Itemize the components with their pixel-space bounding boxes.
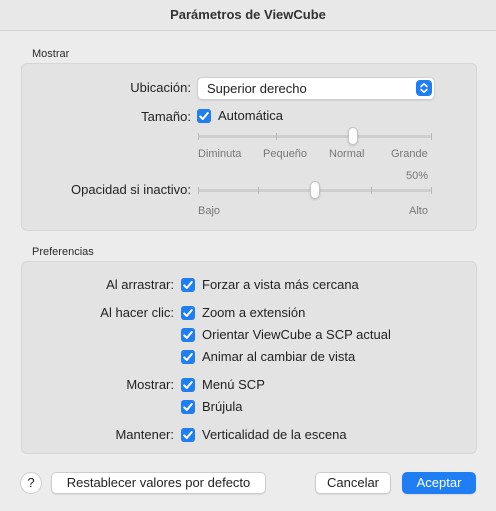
- tamano-tick: [276, 133, 277, 140]
- brujula-label: Brújula: [202, 399, 243, 414]
- animar-vista-label: Animar al cambiar de vista: [202, 349, 356, 364]
- verticalidad-checkbox[interactable]: [181, 428, 195, 442]
- title-bar: Parámetros de ViewCube: [0, 0, 496, 31]
- forzar-vista-label: Forzar a vista más cercana: [202, 277, 359, 292]
- checkmark-icon: [183, 281, 193, 289]
- mostrar-pref-label: Mostrar:: [126, 377, 174, 392]
- checkmark-icon: [183, 431, 193, 439]
- opacidad-value: 50%: [406, 170, 429, 182]
- chevron-updown-icon: [416, 80, 432, 96]
- tamano-tick: [431, 133, 432, 140]
- verticalidad-label: Verticalidad de la escena: [202, 427, 347, 442]
- opacidad-max-label: Alto: [409, 205, 428, 217]
- aceptar-button[interactable]: Aceptar: [402, 472, 476, 494]
- window-title: Parámetros de ViewCube: [170, 7, 326, 22]
- zoom-extension-checkbox[interactable]: [181, 306, 195, 320]
- orientar-viewcube-checkbox[interactable]: [181, 328, 195, 342]
- opacidad-tick: [258, 187, 259, 194]
- forzar-vista-checkbox[interactable]: [181, 278, 195, 292]
- tamano-tick-label: Diminuta: [198, 148, 242, 160]
- section-label-mostrar: Mostrar: [32, 48, 70, 60]
- help-button[interactable]: ?: [20, 472, 42, 494]
- mantener-label: Mantener:: [115, 427, 174, 442]
- menu-scp-label: Menú SCP: [202, 377, 265, 392]
- tamano-label: Tamaño:: [141, 109, 191, 124]
- al-arrastrar-label: Al arrastrar:: [106, 277, 174, 292]
- mostrar-group: Ubicación: Superior derecho Tamaño: Auto…: [21, 63, 477, 231]
- opacidad-label: Opacidad si inactivo:: [71, 182, 191, 197]
- checkmark-icon: [183, 353, 193, 361]
- al-hacer-clic-label: Al hacer clic:: [100, 305, 174, 320]
- preferencias-group: Al arrastrar: Forzar a vista más cercana…: [21, 261, 477, 454]
- tamano-slider-knob[interactable]: [348, 127, 358, 145]
- opacidad-slider-knob[interactable]: [309, 181, 320, 199]
- tamano-tick-label: Grande: [391, 148, 428, 160]
- opacidad-tick: [431, 187, 432, 194]
- opacidad-tick: [198, 187, 199, 194]
- checkmark-icon: [183, 331, 193, 339]
- cancelar-button[interactable]: Cancelar: [315, 472, 391, 494]
- animar-vista-checkbox[interactable]: [181, 350, 195, 364]
- opacidad-min-label: Bajo: [198, 205, 221, 217]
- ubicacion-value: Superior derecho: [207, 81, 307, 96]
- section-label-preferencias: Preferencias: [32, 246, 94, 258]
- ubicacion-label: Ubicación:: [130, 80, 191, 95]
- tamano-tick-label: Normal: [329, 148, 365, 160]
- tamano-auto-checkbox[interactable]: [197, 109, 211, 123]
- checkmark-icon: [199, 112, 209, 120]
- checkmark-icon: [183, 403, 193, 411]
- brujula-checkbox[interactable]: [181, 400, 195, 414]
- zoom-extension-label: Zoom a extensión: [202, 305, 306, 320]
- tamano-tick-label: Pequeño: [263, 148, 308, 160]
- tamano-tick: [198, 133, 199, 140]
- checkmark-icon: [183, 309, 193, 317]
- menu-scp-checkbox[interactable]: [181, 378, 195, 392]
- restablecer-button[interactable]: Restablecer valores por defecto: [51, 472, 266, 494]
- opacidad-tick: [371, 187, 372, 194]
- tamano-slider-track[interactable]: [198, 135, 431, 138]
- tamano-auto-label: Automática: [218, 108, 284, 123]
- ubicacion-select[interactable]: Superior derecho: [197, 77, 435, 100]
- checkmark-icon: [183, 381, 193, 389]
- orientar-viewcube-label: Orientar ViewCube a SCP actual: [202, 327, 391, 342]
